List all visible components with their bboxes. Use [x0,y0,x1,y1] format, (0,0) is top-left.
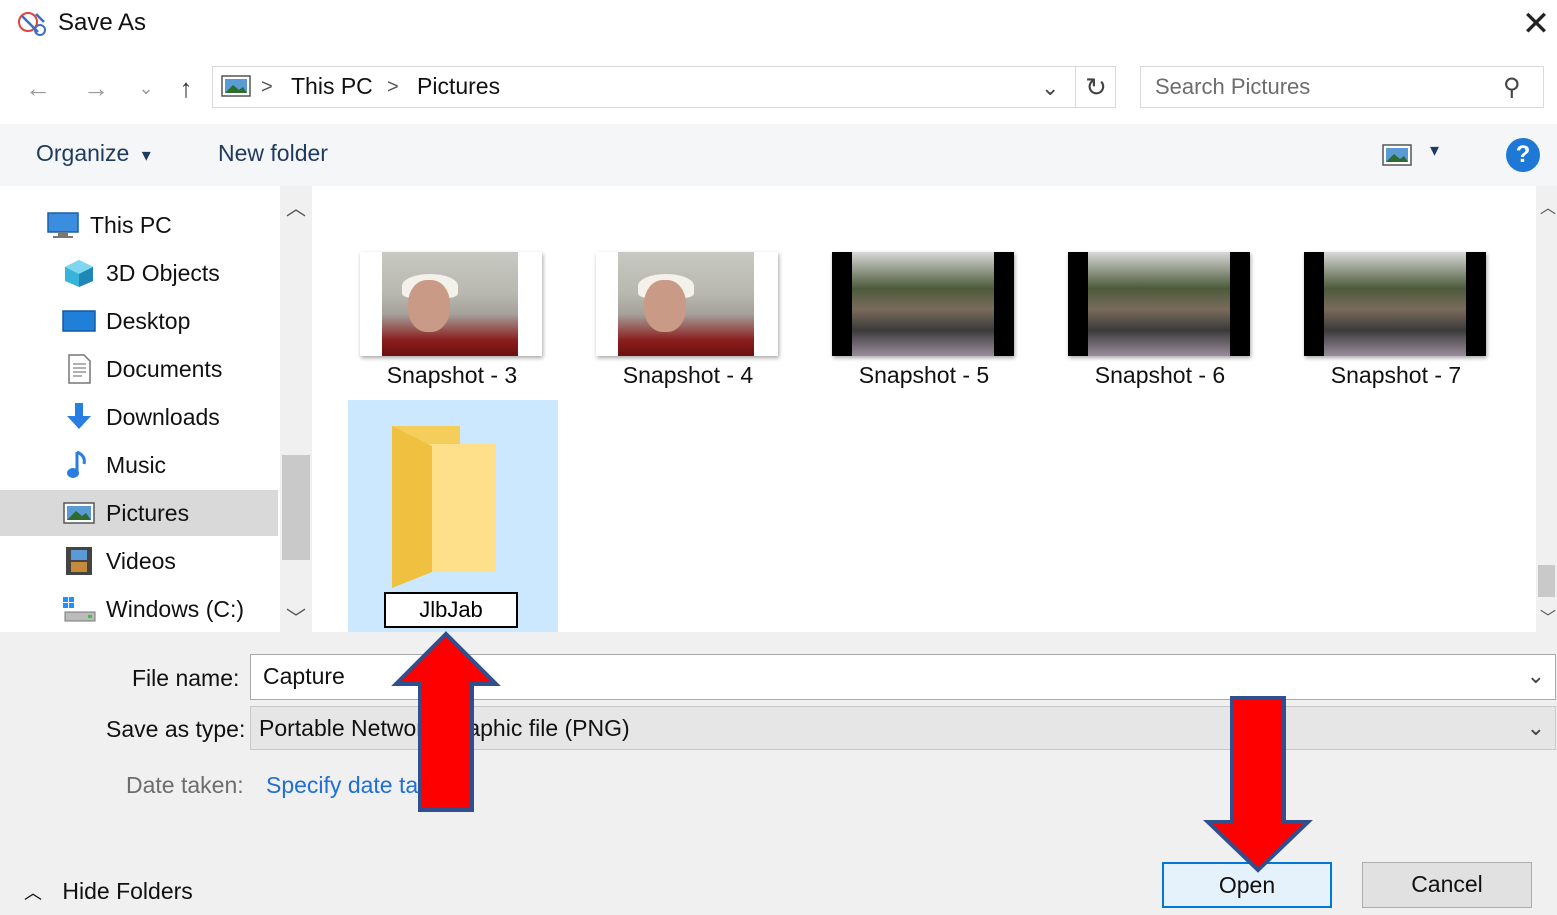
sidebar-item-label: This PC [90,212,172,238]
scroll-down-icon[interactable]: ﹀ [286,602,306,631]
cancel-button[interactable]: Cancel [1362,862,1532,908]
sidebar-item-label: Videos [106,548,176,574]
thumbnail-image [596,252,778,356]
file-name-combobox[interactable]: ⌄ [250,654,1556,700]
open-button[interactable]: Open [1162,862,1332,908]
forward-button[interactable]: → [78,70,114,106]
view-dropdown-button[interactable]: ▾ [1430,140,1439,161]
scroll-up-icon[interactable]: ︿ [1540,194,1556,218]
sidebar-item-label: Downloads [106,404,220,430]
sidebar-item-this-pc[interactable]: This PC [0,202,278,248]
recent-locations-button[interactable]: ⌄ [128,70,164,106]
breadcrumb-pictures[interactable]: Pictures [417,73,500,100]
sidebar-item-label: Desktop [106,308,191,334]
file-name-label: Snapshot - 6 [1094,362,1226,388]
file-name-label: Snapshot - 3 [386,362,518,388]
file-name-label: Snapshot - 4 [622,362,754,388]
content-scrollbar-thumb[interactable] [1538,565,1555,597]
breadcrumb-this-pc[interactable]: This PC [291,73,373,100]
date-taken-label: Date taken: [126,772,244,798]
pictures-location-icon [221,75,251,97]
search-input[interactable] [1153,73,1487,101]
save-as-type-label: Save as type: [106,716,246,742]
sidebar-item-windows-c[interactable]: Windows (C:) [0,586,278,632]
folder-icon [392,426,496,588]
scroll-down-icon[interactable]: ﹀ [1540,604,1556,628]
sidebar-item-label: Documents [106,356,223,382]
scroll-up-icon[interactable]: ︿ [286,192,306,221]
sidebar-item-downloads[interactable]: Downloads [0,394,278,440]
sidebar-item-music[interactable]: Music [0,442,278,488]
hide-folders-button[interactable]: ︿ Hide Folders [24,878,193,905]
cube-icon [65,260,93,287]
sidebar-item-pictures[interactable]: Pictures [0,490,278,536]
desktop-icon [62,310,96,332]
file-name-label: Snapshot - 5 [858,362,990,388]
title-bar [0,0,1557,50]
organize-label: Organize [36,140,130,166]
breadcrumb-separator: > [261,76,273,98]
file-name-label: Snapshot - 7 [1330,362,1462,388]
close-button[interactable]: ✕ [1515,4,1557,44]
save-as-type-select[interactable]: Portable Network Graphic file (PNG) ⌄ [250,706,1556,750]
new-folder-button[interactable]: New folder [218,140,328,167]
file-name-input[interactable] [261,662,1505,691]
sidebar-item-videos[interactable]: Videos [0,538,278,584]
view-options-icon[interactable] [1382,144,1412,166]
document-icon [68,354,91,384]
search-icon[interactable]: ⚲ [1503,73,1521,102]
help-button[interactable]: ? [1506,138,1540,172]
chevron-down-icon[interactable]: ⌄ [1527,715,1545,741]
app-icon [18,12,46,36]
breadcrumb-separator: > [387,76,399,98]
new-folder-item[interactable]: JlbJab [348,400,558,632]
hide-folders-label: Hide Folders [62,878,193,904]
file-name-label: File name: [132,665,240,691]
sidebar-item-label: Windows (C:) [106,596,245,622]
drive-icon [63,597,96,622]
search-box[interactable]: ⚲ [1140,66,1544,108]
sidebar-item-label: Pictures [106,500,190,526]
sidebar-scrollbar-thumb[interactable] [282,455,310,560]
thumbnail-image [1304,252,1486,356]
chevron-down-icon[interactable]: ⌄ [1527,663,1545,689]
sidebar-item-desktop[interactable]: Desktop [0,298,278,344]
address-bar[interactable]: > This PC > Pictures ⌄ ↻ [212,66,1116,108]
sidebar-item-label: Music [106,452,167,478]
command-bar: Organize ▾ New folder ▾ [0,124,1557,186]
chevron-down-icon[interactable]: ⌄ [1041,75,1059,101]
chevron-up-icon: ︿ [24,883,42,903]
sidebar-item-3d-objects[interactable]: 3D Objects [0,250,278,296]
up-button[interactable]: ↑ [168,70,204,106]
download-icon [67,403,91,429]
computer-icon [47,212,79,238]
caret-down-icon: ▾ [141,145,151,165]
save-as-type-value: Portable Network Graphic file (PNG) [259,715,630,741]
sidebar-item-documents[interactable]: Documents [0,346,278,392]
refresh-button[interactable]: ↻ [1075,67,1116,107]
pictures-icon [63,502,95,524]
specify-date-taken-link[interactable]: Specify date taken [266,772,455,799]
thumbnail-image [360,252,542,356]
window-title: Save As [58,9,147,36]
music-note-icon [67,450,86,478]
back-button[interactable]: ← [20,70,56,106]
film-icon [66,547,92,575]
sidebar-item-label: 3D Objects [106,260,220,286]
thumbnail-image [832,252,1014,356]
thumbnail-image [1068,252,1250,356]
rename-folder-input[interactable]: JlbJab [384,592,518,628]
organize-button[interactable]: Organize ▾ [36,140,151,167]
sidebar-scrollbar[interactable] [280,186,312,632]
